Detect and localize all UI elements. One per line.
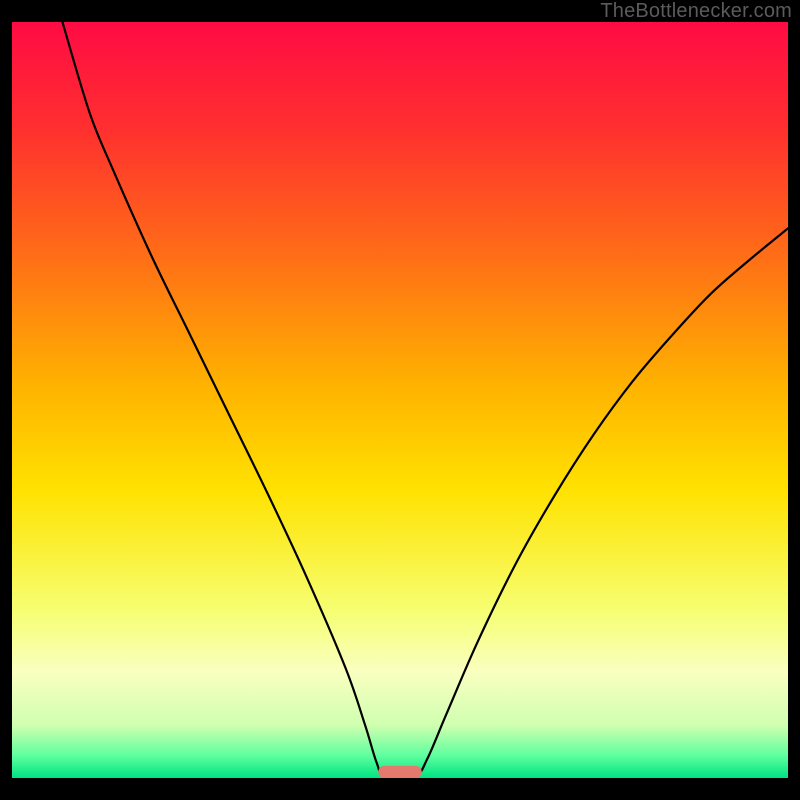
chart-stage: TheBottlenecker.com <box>0 0 800 800</box>
chart-svg <box>12 22 788 778</box>
gradient-background <box>12 22 788 778</box>
optimal-marker <box>378 766 421 778</box>
watermark-text: TheBottlenecker.com <box>600 0 792 23</box>
plot-area <box>12 22 788 778</box>
